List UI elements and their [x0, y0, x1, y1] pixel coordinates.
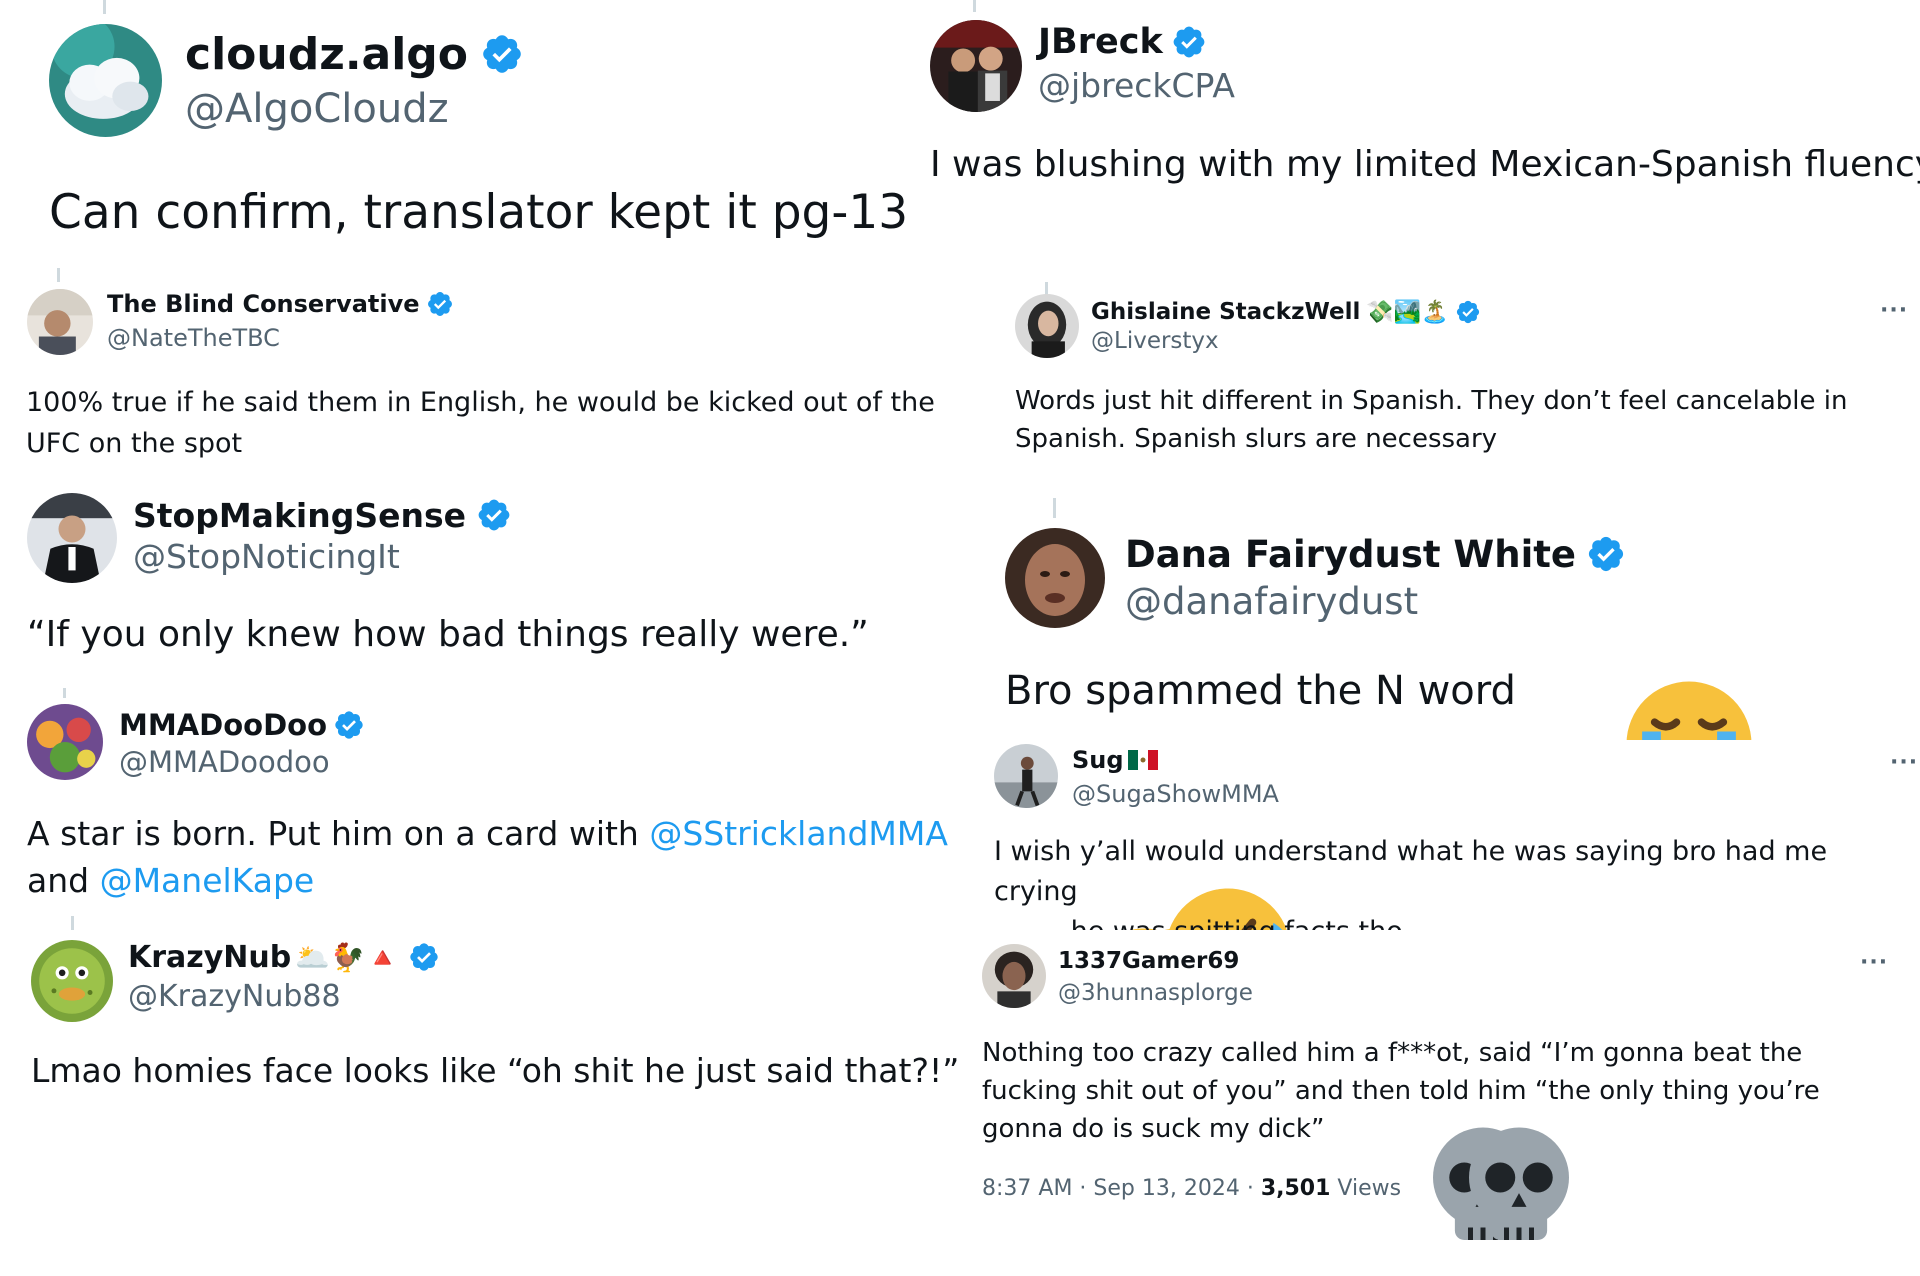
tweet-card[interactable]: The Blind Conservative @NateTheTBC 100% …	[0, 268, 990, 466]
views-label: Views	[1330, 1176, 1402, 1201]
tweet-text: Nothing too crazy called him a f***ot, s…	[982, 1034, 1902, 1148]
tweet-text: 100% true if he said them in English, he…	[26, 387, 935, 459]
author-handle[interactable]: @AlgoCloudz	[185, 86, 449, 132]
tweet-card[interactable]: MMADooDoo @MMADoodoo A star is born. Put…	[0, 686, 965, 916]
tweet-text: I was blushing with my limited Mexican-S…	[930, 144, 1920, 185]
view-count: 3,501	[1260, 1176, 1331, 1201]
avatar[interactable]	[27, 493, 117, 583]
author-name-row: MMADooDoo	[119, 706, 365, 744]
tweet-meta: 8:37 AM · Sep 13, 2024 · 3,501 Views	[982, 1176, 1401, 1201]
author-name[interactable]: KrazyNub	[128, 940, 291, 975]
flag-mexico-icon	[1128, 750, 1158, 770]
author-name[interactable]: Sug	[1072, 746, 1124, 774]
tweet-text: “If you only knew how bad things really …	[27, 614, 869, 655]
thread-line	[103, 0, 106, 14]
author-handle[interactable]: @KrazyNub88	[128, 979, 341, 1014]
author-handle[interactable]: @MMADoodoo	[119, 745, 330, 779]
avatar[interactable]	[49, 24, 162, 137]
thread-line	[71, 916, 74, 930]
more-options-icon[interactable]: ···	[1890, 750, 1918, 775]
verified-badge-icon	[1171, 24, 1207, 60]
tweet-card[interactable]: 1337Gamer69 @3hunnasplorge ··· Nothing t…	[970, 930, 1920, 1200]
author-name[interactable]: cloudz.algo	[185, 29, 468, 80]
verified-badge-icon	[408, 941, 440, 973]
tweet-text: Lmao homies face looks like “oh shit he …	[31, 1051, 960, 1090]
author-handle[interactable]: @NateTheTBC	[107, 324, 280, 352]
verified-badge-icon	[1455, 299, 1481, 325]
avatar[interactable]	[994, 744, 1058, 808]
author-name-row: Ghislaine StackzWell 💸🏞️🏝️	[1091, 296, 1481, 328]
author-name-row: StopMakingSense	[133, 494, 512, 536]
author-name-row: The Blind Conservative	[107, 288, 454, 320]
author-handle[interactable]: @StopNoticingIt	[133, 537, 400, 576]
verified-badge-icon	[476, 497, 512, 533]
avatar[interactable]	[1005, 528, 1105, 628]
verified-badge-icon	[480, 32, 524, 76]
verified-badge-icon	[1586, 534, 1626, 574]
author-name[interactable]: JBreck	[1038, 22, 1163, 62]
thread-line	[973, 0, 976, 12]
tweet-text: Can confirm, translator kept it pg-13	[49, 185, 909, 240]
tweet-text-part: A star is born. Put him on a card with	[27, 814, 650, 853]
rolling-laughing-emoji-icon	[1078, 876, 1112, 910]
avatar[interactable]	[31, 940, 113, 1022]
avatar[interactable]	[27, 704, 103, 780]
tweet-text: Bro spammed the N word	[1005, 668, 1905, 717]
author-name[interactable]: Dana Fairydust White	[1125, 533, 1576, 576]
tweet-card[interactable]: cloudz.algo @AlgoCloudz Can confirm, tra…	[0, 0, 930, 268]
author-handle[interactable]: @danafairydust	[1125, 580, 1418, 623]
avatar[interactable]	[982, 944, 1046, 1008]
avatar[interactable]	[930, 20, 1022, 112]
verified-badge-icon	[333, 709, 365, 741]
more-options-icon[interactable]: ···	[1880, 298, 1908, 323]
tweet-card[interactable]: Sug 🇲🇽 @SugaShowMMA ··· I wish y’all wou…	[970, 740, 1920, 920]
skull-emoji-icon	[1333, 1115, 1363, 1145]
name-emoji: 🌥️🐓🔺	[295, 940, 400, 974]
avatar[interactable]	[1015, 294, 1079, 358]
thread-line	[1053, 498, 1056, 518]
author-handle[interactable]: @jbreckCPA	[1038, 66, 1235, 105]
author-name[interactable]: MMADooDoo	[119, 708, 327, 742]
tweet-text-part: and	[27, 861, 100, 900]
tweet-text: Words just hit different in Spanish. The…	[1015, 386, 1848, 454]
mention-link[interactable]: @ManelKape	[100, 861, 315, 900]
tweet-card[interactable]: JBreck @jbreckCPA I was blushing with my…	[930, 0, 1920, 268]
author-name[interactable]: StopMakingSense	[133, 496, 466, 535]
author-name-row: KrazyNub 🌥️🐓🔺	[128, 938, 440, 976]
author-handle[interactable]: @3hunnasplorge	[1058, 980, 1253, 1006]
more-options-icon[interactable]: ···	[1860, 950, 1888, 975]
tweet-card[interactable]: Dana Fairydust White @danafairydust Bro …	[965, 490, 1920, 740]
tweet-card[interactable]: StopMakingSense @StopNoticingIt “If you …	[0, 466, 965, 686]
tweet-text: A star is born. Put him on a card with @…	[27, 810, 962, 904]
author-name-row: JBreck	[1038, 20, 1207, 64]
author-name[interactable]: Ghislaine StackzWell	[1091, 299, 1360, 325]
author-handle[interactable]: @SugaShowMMA	[1072, 780, 1279, 808]
tweet-timestamp[interactable]: 8:37 AM · Sep 13, 2024 ·	[982, 1176, 1261, 1201]
author-name-row: Dana Fairydust White	[1125, 530, 1626, 578]
thread-line	[57, 268, 60, 282]
mention-link[interactable]: @SStricklandMMA	[649, 814, 948, 853]
skull-emoji-icon	[1369, 1115, 1399, 1145]
author-name-row: 1337Gamer69	[1058, 946, 1239, 976]
author-name[interactable]: The Blind Conservative	[107, 290, 420, 318]
author-name[interactable]: 1337Gamer69	[1058, 948, 1239, 974]
author-name-row: cloudz.algo	[185, 29, 524, 80]
avatar[interactable]	[27, 289, 93, 355]
tweet-text-content: Bro spammed the N word	[1005, 668, 1516, 714]
tweet-card[interactable]: Ghislaine StackzWell 💸🏞️🏝️ @Liverstyx ··…	[990, 268, 1920, 466]
verified-badge-icon	[426, 290, 454, 318]
loudly-crying-emoji-icon	[1539, 669, 1587, 717]
thread-line	[63, 688, 66, 698]
name-emoji: 💸🏞️🏝️	[1366, 299, 1449, 325]
author-name-row: Sug 🇲🇽	[1072, 744, 1158, 776]
author-handle[interactable]: @Liverstyx	[1091, 328, 1219, 354]
tweet-card[interactable]: KrazyNub 🌥️🐓🔺 @KrazyNub88 Lmao homies fa…	[0, 916, 965, 1200]
